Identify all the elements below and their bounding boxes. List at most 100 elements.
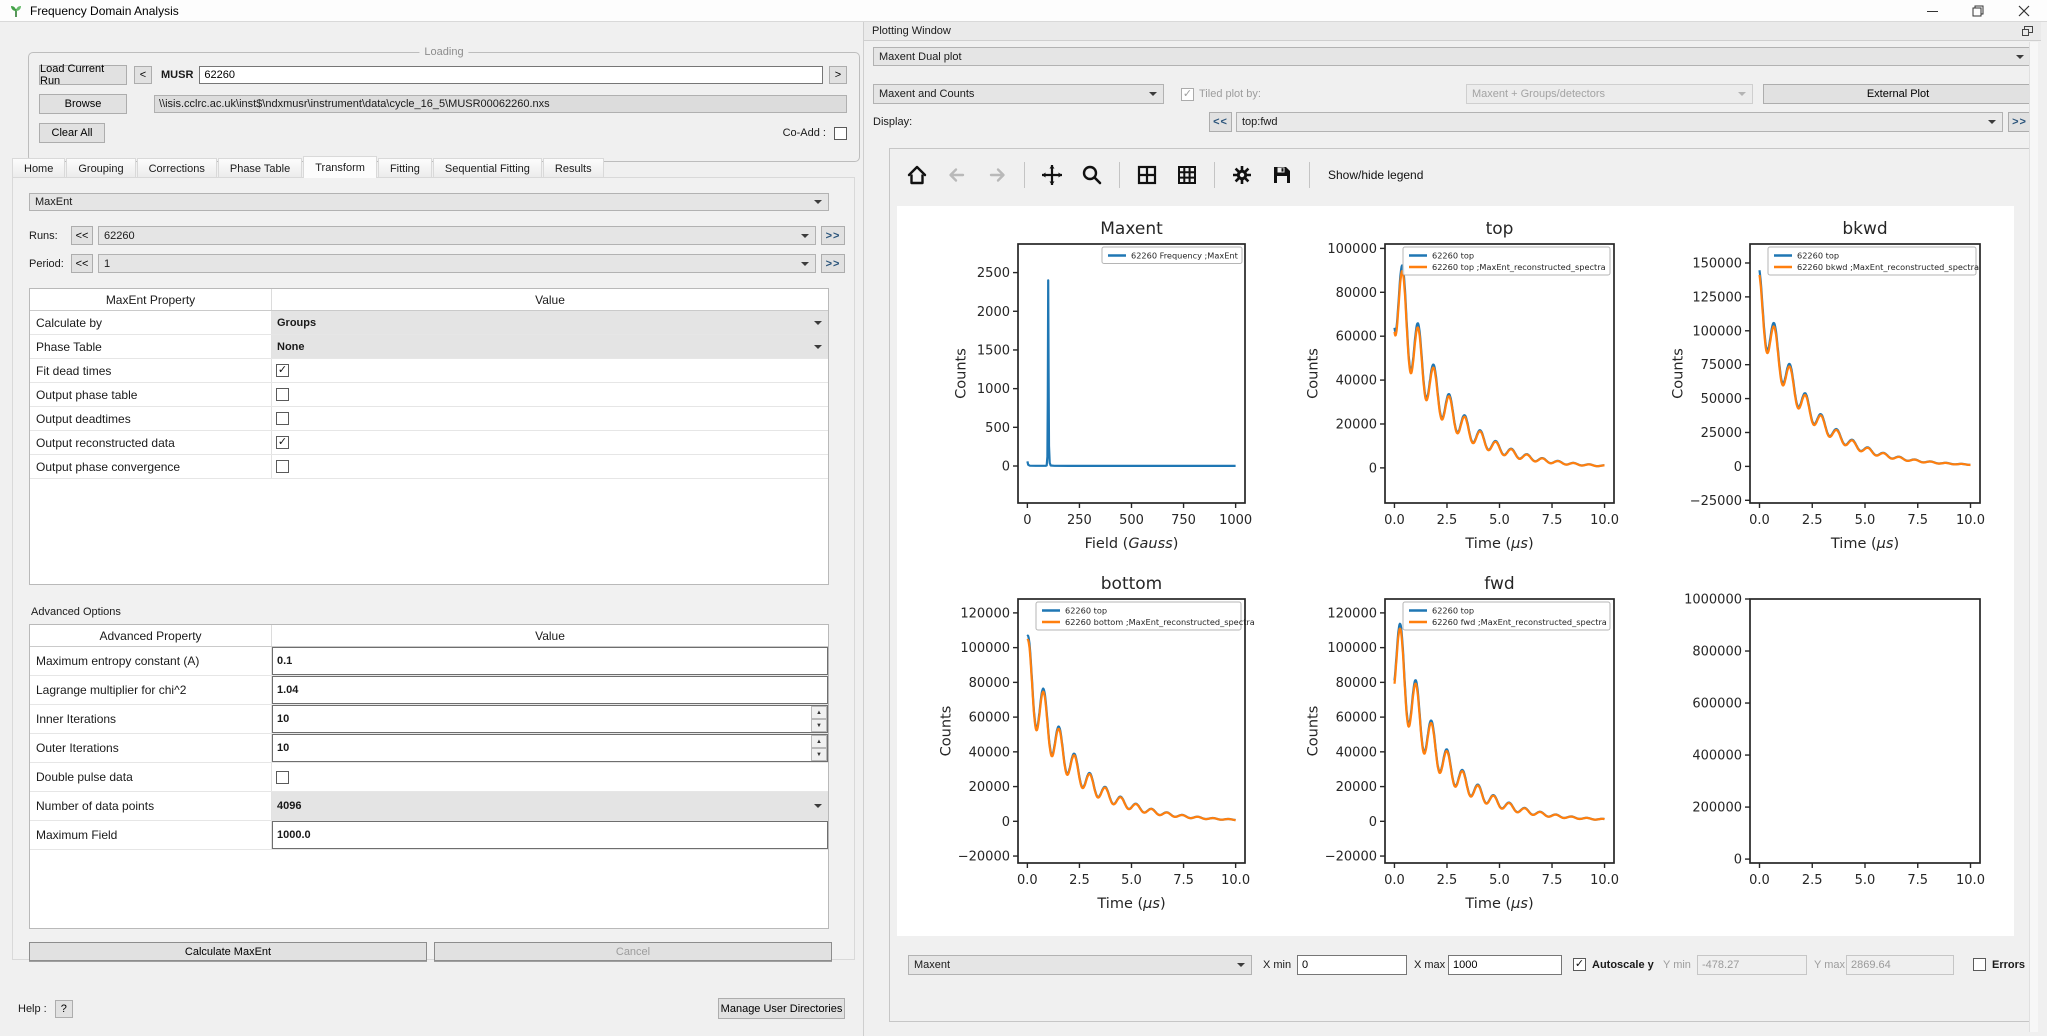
tab-results[interactable]: Results [543,158,604,178]
property-label: Output phase convergence [30,455,272,478]
tab-fitting[interactable]: Fitting [378,158,432,178]
display-select[interactable]: top:fwd [1236,112,2003,132]
tiled-plot-checkbox[interactable] [1181,88,1194,101]
svg-text:62260 fwd ;MaxEnt_reconstructe: 62260 fwd ;MaxEnt_reconstructed_spectra [1432,617,1607,627]
autoscale-y-checkbox[interactable] [1573,958,1586,971]
run-number-input[interactable] [199,66,823,84]
spin-buttons[interactable]: ▲▼ [811,735,827,761]
subplot-select[interactable]: Maxent [908,955,1252,975]
svg-text:−20000: −20000 [958,850,1010,865]
svg-text:−25000: −25000 [1690,494,1742,509]
errors-checkbox[interactable] [1973,958,1986,971]
tab-sequential-fitting[interactable]: Sequential Fitting [433,158,542,178]
period-next-button[interactable]: >> [821,254,845,273]
display-label: Display: [873,116,912,128]
svg-text:20000: 20000 [1336,780,1377,795]
close-button[interactable] [2001,0,2047,22]
figure-canvas[interactable]: 0250500750100005001000150020002500Maxent… [897,206,2014,936]
vertical-scrollbar[interactable] [2029,42,2038,1032]
zoom-button[interactable] [1079,162,1105,188]
svg-text:10.0: 10.0 [1221,873,1250,888]
tab-corrections[interactable]: Corrections [137,158,217,178]
clear-all-button[interactable]: Clear All [39,123,105,143]
subplots-grid-button[interactable] [1134,162,1160,188]
svg-text:120000: 120000 [1327,606,1377,621]
calculate-maxent-button[interactable]: Calculate MaxEnt [29,942,427,961]
period-value: 1 [104,258,110,270]
transform-method-select[interactable]: MaxEnt [29,193,829,211]
value-checkbox[interactable] [276,436,289,449]
plotting-window-header: Plotting Window [864,22,2041,41]
home-button[interactable] [904,162,930,188]
svg-text:5.0: 5.0 [1489,513,1510,528]
svg-text:60000: 60000 [969,711,1010,726]
run-decrement-button[interactable]: < [134,66,152,84]
plot-data-select[interactable]: Maxent and Counts [873,84,1164,104]
restore-button[interactable] [1955,0,2001,22]
value-input[interactable]: 10 [272,734,828,762]
value-checkbox[interactable] [276,771,289,784]
runs-select[interactable]: 62260 [98,226,816,245]
display-prev-button[interactable]: << [1209,112,1232,132]
float-pane-icon[interactable] [2022,26,2033,36]
co-add-checkbox[interactable] [834,127,847,140]
value-input[interactable]: 0.1 [272,647,828,675]
value-checkbox[interactable] [276,364,289,377]
svg-text:62260 bkwd ;MaxEnt_reconstruct: 62260 bkwd ;MaxEnt_reconstructed_spectra [1797,262,1979,272]
external-plot-button[interactable]: External Plot [1763,84,2033,104]
svg-text:2.5: 2.5 [1069,873,1090,888]
svg-text:Time (μs): Time (μs) [1464,536,1533,552]
cancel-button[interactable]: Cancel [434,942,832,961]
value-checkbox[interactable] [276,388,289,401]
figure-options-button[interactable] [1229,162,1255,188]
show-hide-legend-button[interactable]: Show/hide legend [1324,168,1427,182]
chevron-down-icon [814,200,822,204]
svg-text:200000: 200000 [1692,801,1742,816]
manage-user-directories-button[interactable]: Manage User Directories [718,998,845,1019]
property-label: Outer Iterations [30,734,272,762]
value-input[interactable]: 1.04 [272,676,828,704]
svg-text:Field (Gauss): Field (Gauss) [1085,536,1179,552]
svg-text:7.5: 7.5 [1907,873,1928,888]
period-prev-button[interactable]: << [71,254,93,273]
load-current-run-button[interactable]: Load Current Run [39,65,127,85]
help-button[interactable]: ? [55,1000,73,1018]
save-button[interactable] [1269,162,1295,188]
runs-next-button[interactable]: >> [821,226,845,245]
tab-phase-table[interactable]: Phase Table [218,158,302,178]
period-select[interactable]: 1 [98,254,816,273]
xmin-input[interactable] [1297,955,1407,975]
xmax-input[interactable] [1448,955,1562,975]
value-combo[interactable]: 4096 [272,792,828,820]
svg-text:250: 250 [1067,513,1092,528]
run-increment-button[interactable]: > [829,66,847,84]
svg-text:60000: 60000 [1336,330,1377,345]
svg-text:Counts: Counts [1305,348,1321,399]
back-button[interactable] [944,162,970,188]
browse-button[interactable]: Browse [39,94,127,114]
restore-icon [1972,5,1984,17]
value-input[interactable]: 1000.0 [272,821,828,849]
plot-type-select[interactable]: Maxent Dual plot [873,47,2031,66]
xmin-label: X min [1263,959,1291,971]
value-checkbox[interactable] [276,412,289,425]
spin-buttons[interactable]: ▲▼ [811,706,827,732]
value-combo[interactable]: None [272,335,828,358]
value-input[interactable]: 10 [272,705,828,733]
runs-prev-button[interactable]: << [71,226,93,245]
axes-grid-button[interactable] [1174,162,1200,188]
tiled-by-select[interactable]: Maxent + Groups/detectors [1466,84,1753,104]
forward-button[interactable] [984,162,1010,188]
pan-button[interactable] [1039,162,1065,188]
tab-home[interactable]: Home [12,158,65,178]
loading-groupbox-label: Loading [419,46,468,58]
svg-text:0: 0 [1369,815,1377,830]
value-combo[interactable]: Groups [272,311,828,334]
svg-text:500: 500 [985,421,1010,436]
svg-text:Counts: Counts [954,348,970,399]
minimize-button[interactable] [1909,0,1955,22]
tab-transform[interactable]: Transform [303,156,377,178]
tab-grouping[interactable]: Grouping [66,158,135,178]
display-next-button[interactable]: >> [2008,112,2031,132]
value-checkbox[interactable] [276,460,289,473]
